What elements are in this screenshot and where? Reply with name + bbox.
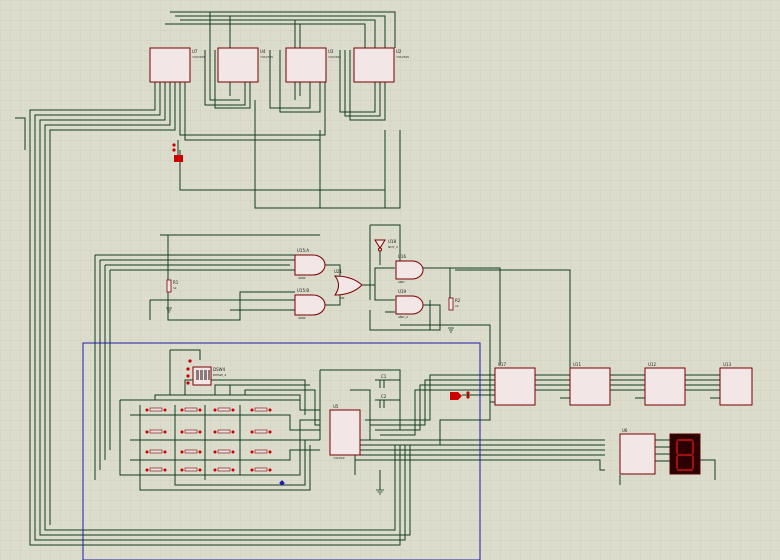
r1-ref: R1 [173, 280, 179, 285]
u13-ref: U13 [723, 362, 731, 367]
u18-part: NOT_2 [388, 245, 398, 249]
u15b-part: 4082 [298, 316, 306, 320]
u17-ref: U17 [498, 362, 506, 367]
u7-ref: U7 [192, 49, 198, 54]
r2-value: 1k [455, 304, 459, 308]
grid-background [0, 0, 780, 560]
seven-segment-display[interactable] [669, 433, 701, 475]
u3-part: 74hc595 [328, 55, 341, 59]
dsw4-ref: DSW4 [213, 367, 226, 372]
u21-part: OR [340, 296, 344, 300]
u18-ref: U18 [388, 239, 396, 244]
u16-part: AND [398, 280, 405, 284]
u19-part: AND_2 [398, 315, 408, 319]
u12-ref: U12 [648, 362, 656, 367]
schematic-canvas[interactable]: U7 74hc595 U4 74hc595 U3 74hc595 U2 74hc… [0, 0, 780, 560]
u21-ref: U21 [334, 269, 342, 274]
u6-ref: U6 [622, 428, 628, 433]
u7-part: 74hc595 [192, 55, 205, 59]
c2-ref: C2 [381, 394, 387, 399]
chip-u11[interactable]: U11 [569, 362, 611, 406]
u19-ref: U19 [398, 289, 406, 294]
u2-part: 74hc595 [396, 55, 409, 59]
u15b-ref: U15:B [297, 288, 309, 293]
u15a-ref: U15:A [297, 248, 309, 253]
chip-u5[interactable]: U5 74C922 [329, 404, 361, 460]
u4-ref: U4 [260, 49, 266, 54]
chip-u6[interactable]: U6 [619, 428, 656, 475]
chip-u12[interactable]: U12 [644, 362, 686, 406]
dsw4-part: DIPSW_4 [213, 373, 226, 377]
u16-ref: U16 [398, 254, 406, 259]
u11-ref: U11 [573, 362, 581, 367]
r1-value: 1k [173, 286, 177, 290]
u3-ref: U3 [328, 49, 334, 54]
u4-part: 74hc595 [260, 55, 273, 59]
c1-ref: C1 [381, 374, 387, 379]
chip-u17[interactable]: U17 [494, 362, 536, 406]
u5-part: 74C922 [333, 456, 345, 460]
r2-ref: R2 [455, 298, 461, 303]
u2-ref: U2 [396, 49, 402, 54]
chip-u13[interactable]: U13 [719, 362, 753, 406]
u15a-part: 4082 [298, 276, 306, 280]
u5-ref: U5 [333, 404, 339, 409]
